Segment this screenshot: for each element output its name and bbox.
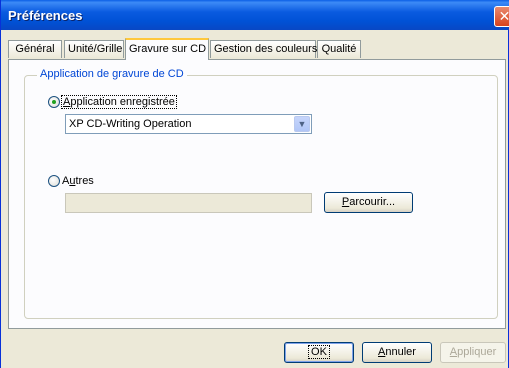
browse-button[interactable]: Parcourir...: [324, 192, 413, 213]
registered-app-label[interactable]: Application enregistrée: [61, 95, 177, 109]
tab-unit-grid[interactable]: Unité/Grille: [64, 40, 124, 58]
tab-cd-burning[interactable]: Gravure sur CD: [125, 38, 209, 60]
registered-app-radio-row[interactable]: Application enregistrée: [48, 95, 177, 109]
registered-app-select[interactable]: XP CD-Writing Operation ▼: [65, 114, 312, 134]
window-title: Préférences: [8, 8, 83, 23]
ok-button[interactable]: OK: [284, 342, 354, 363]
apply-button[interactable]: Appliquer: [440, 342, 506, 363]
tab-quality[interactable]: Qualité: [317, 40, 361, 58]
registered-app-select-value: XP CD-Writing Operation: [69, 118, 192, 130]
others-path-field[interactable]: [65, 193, 312, 213]
close-icon: ✕: [498, 8, 509, 24]
close-button[interactable]: ✕: [494, 6, 509, 27]
tab-general[interactable]: Général: [8, 40, 62, 58]
cancel-button[interactable]: Annuler: [362, 342, 432, 363]
preferences-dialog: Préférences ✕ Général Unité/Grille Gravu…: [0, 0, 509, 368]
chevron-down-icon[interactable]: ▼: [294, 116, 310, 132]
others-label[interactable]: Autres: [62, 175, 94, 187]
group-legend: Application de gravure de CD: [37, 68, 187, 80]
others-radio-row[interactable]: Autres: [48, 174, 94, 188]
title-bar[interactable]: Préférences ✕: [1, 0, 509, 30]
others-radio[interactable]: [48, 175, 60, 187]
registered-app-radio[interactable]: [48, 96, 60, 108]
tab-color-management[interactable]: Gestion des couleurs: [210, 40, 317, 58]
